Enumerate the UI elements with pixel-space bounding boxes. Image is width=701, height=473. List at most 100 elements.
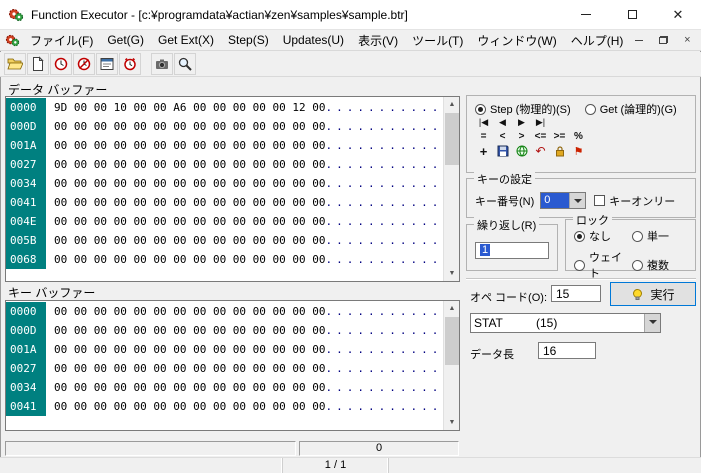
mdi-minimize-button[interactable] — [630, 32, 648, 48]
ascii-bytes[interactable]: .............. — [326, 177, 460, 190]
hex-bytes[interactable]: 00 00 00 00 00 00 00 00 00 00 00 00 00 0… — [54, 305, 326, 318]
execute-button[interactable]: 実行 — [610, 282, 696, 306]
data-length-input[interactable]: 16 — [538, 342, 596, 359]
ascii-bytes[interactable]: .............. — [326, 400, 460, 413]
radio-icon — [632, 260, 643, 271]
menu-get[interactable]: Get(G) — [100, 31, 151, 49]
hex-bytes[interactable]: 00 00 00 00 00 00 00 00 00 00 00 00 00 0… — [54, 177, 326, 190]
new-file-button[interactable] — [27, 53, 49, 75]
menu-tools[interactable]: ツール(T) — [405, 30, 470, 51]
last-record-button[interactable]: ▶| — [531, 115, 550, 129]
key-only-checkbox[interactable] — [594, 195, 605, 206]
menu-step[interactable]: Step(S) — [221, 31, 276, 49]
key-buffer-scrollbar[interactable]: ▲ ▼ — [443, 301, 459, 430]
find-button[interactable] — [174, 53, 196, 75]
ascii-bytes[interactable]: .............. — [326, 324, 460, 337]
folder-open-icon — [7, 56, 23, 72]
repeat-input[interactable]: 1 — [475, 242, 549, 259]
hex-bytes[interactable]: 00 00 00 00 00 00 00 00 00 00 00 00 00 0… — [54, 120, 326, 133]
ascii-bytes[interactable]: .............. — [326, 196, 460, 209]
radio-lock-single[interactable]: 単一 — [632, 228, 693, 244]
data-buffer-hex-view[interactable]: 00009D 00 00 10 00 00 A6 00 00 00 00 00 … — [5, 96, 460, 282]
percent-button[interactable]: % — [569, 129, 588, 143]
first-record-button[interactable]: |◀ — [474, 115, 493, 129]
ascii-bytes[interactable]: .............. — [326, 362, 460, 375]
ascii-bytes[interactable]: .............. — [326, 158, 460, 171]
hex-bytes[interactable]: 00 00 00 00 00 00 00 00 00 00 00 00 00 0… — [54, 324, 326, 337]
hex-bytes[interactable]: 00 00 00 00 00 00 00 00 00 00 00 00 00 0… — [54, 253, 326, 266]
mdi-document-icon[interactable] — [5, 33, 20, 48]
undo-button[interactable]: ↶ — [531, 144, 550, 158]
less-equal-button[interactable]: <= — [531, 129, 550, 143]
less-than-button[interactable]: < — [493, 129, 512, 143]
timer-button[interactable] — [119, 53, 141, 75]
radio-lock-multi[interactable]: 複数 — [632, 249, 693, 281]
key-buffer-hex-view[interactable]: 000000 00 00 00 00 00 00 00 00 00 00 00 … — [5, 300, 460, 431]
minimize-button[interactable] — [563, 0, 609, 30]
scrollbar-thumb[interactable] — [445, 113, 459, 165]
maximize-button[interactable] — [609, 0, 655, 30]
menu-view[interactable]: 表示(V) — [351, 30, 405, 51]
app-gears-icon[interactable] — [8, 7, 24, 23]
ascii-bytes[interactable]: .............. — [326, 101, 460, 114]
snapshot-button[interactable] — [151, 53, 173, 75]
lock-button[interactable] — [550, 144, 569, 158]
menu-file[interactable]: ファイル(F) — [23, 30, 100, 51]
hex-bytes[interactable]: 00 00 00 00 00 00 00 00 00 00 00 00 00 0… — [54, 381, 326, 394]
hex-bytes[interactable]: 00 00 00 00 00 00 00 00 00 00 00 00 00 0… — [54, 362, 326, 375]
next-record-button[interactable]: ▶ — [512, 115, 531, 129]
flag-button[interactable]: ⚑ — [569, 144, 588, 158]
lock-options: なし 単一 ウェイト 複数 — [574, 228, 693, 281]
properties-button[interactable] — [96, 53, 118, 75]
close-button[interactable]: ✕ — [655, 0, 701, 30]
hex-bytes[interactable]: 00 00 00 00 00 00 00 00 00 00 00 00 00 0… — [54, 215, 326, 228]
radio-get-logical[interactable]: Get (論理的)(G) — [585, 101, 677, 117]
hex-bytes[interactable]: 00 00 00 00 00 00 00 00 00 00 00 00 00 0… — [54, 139, 326, 152]
key-number-combobox[interactable]: 0 — [540, 192, 586, 209]
radio-selected-icon — [574, 231, 585, 242]
scroll-down-icon[interactable]: ▼ — [444, 415, 460, 430]
ascii-bytes[interactable]: .............. — [326, 120, 460, 133]
save-button[interactable] — [493, 144, 512, 158]
begin-transaction-button[interactable] — [50, 53, 72, 75]
menu-updates[interactable]: Updates(U) — [276, 31, 351, 49]
mdi-close-button[interactable]: × — [678, 32, 696, 48]
insert-button[interactable]: + — [474, 144, 493, 158]
function-combobox[interactable]: STAT (15) — [470, 313, 661, 333]
equal-button[interactable]: = — [474, 129, 493, 143]
radio-lock-none[interactable]: なし — [574, 228, 632, 244]
ascii-bytes[interactable]: .............. — [326, 234, 460, 247]
hex-bytes[interactable]: 00 00 00 00 00 00 00 00 00 00 00 00 00 0… — [54, 343, 326, 356]
ascii-bytes[interactable]: .............. — [326, 215, 460, 228]
chevron-down-icon[interactable] — [569, 193, 585, 208]
ascii-bytes[interactable]: .............. — [326, 343, 460, 356]
globe-button[interactable] — [512, 144, 531, 158]
mdi-restore-button[interactable] — [654, 32, 672, 48]
ascii-bytes[interactable]: .............. — [326, 381, 460, 394]
chevron-down-icon[interactable] — [644, 314, 660, 332]
menu-help[interactable]: ヘルプ(H) — [564, 30, 631, 51]
hex-bytes[interactable]: 00 00 00 00 00 00 00 00 00 00 00 00 00 0… — [54, 400, 326, 413]
previous-record-button[interactable]: ◀ — [493, 115, 512, 129]
menu-window[interactable]: ウィンドウ(W) — [470, 30, 563, 51]
hex-bytes[interactable]: 9D 00 00 10 00 00 A6 00 00 00 00 00 12 0… — [54, 101, 326, 114]
scrollbar-thumb[interactable] — [445, 317, 459, 365]
scroll-up-icon[interactable]: ▲ — [444, 97, 460, 112]
open-file-button[interactable] — [4, 53, 26, 75]
ascii-bytes[interactable]: .............. — [326, 305, 460, 318]
hex-bytes[interactable]: 00 00 00 00 00 00 00 00 00 00 00 00 00 0… — [54, 158, 326, 171]
radio-lock-wait[interactable]: ウェイト — [574, 249, 632, 281]
hex-bytes[interactable]: 00 00 00 00 00 00 00 00 00 00 00 00 00 0… — [54, 234, 326, 247]
scroll-up-icon[interactable]: ▲ — [444, 301, 460, 316]
data-buffer-scrollbar[interactable]: ▲ ▼ — [443, 97, 459, 281]
hex-bytes[interactable]: 00 00 00 00 00 00 00 00 00 00 00 00 00 0… — [54, 196, 326, 209]
ascii-bytes[interactable]: .............. — [326, 139, 460, 152]
scroll-down-icon[interactable]: ▼ — [444, 266, 460, 281]
ascii-bytes[interactable]: .............. — [326, 253, 460, 266]
menu-get-ext[interactable]: Get Ext(X) — [151, 31, 221, 49]
greater-equal-button[interactable]: >= — [550, 129, 569, 143]
key-number-row: キー番号(N) 0 キーオンリー — [475, 192, 691, 209]
opcode-input[interactable]: 15 — [551, 285, 601, 302]
abort-transaction-button[interactable] — [73, 53, 95, 75]
greater-than-button[interactable]: > — [512, 129, 531, 143]
